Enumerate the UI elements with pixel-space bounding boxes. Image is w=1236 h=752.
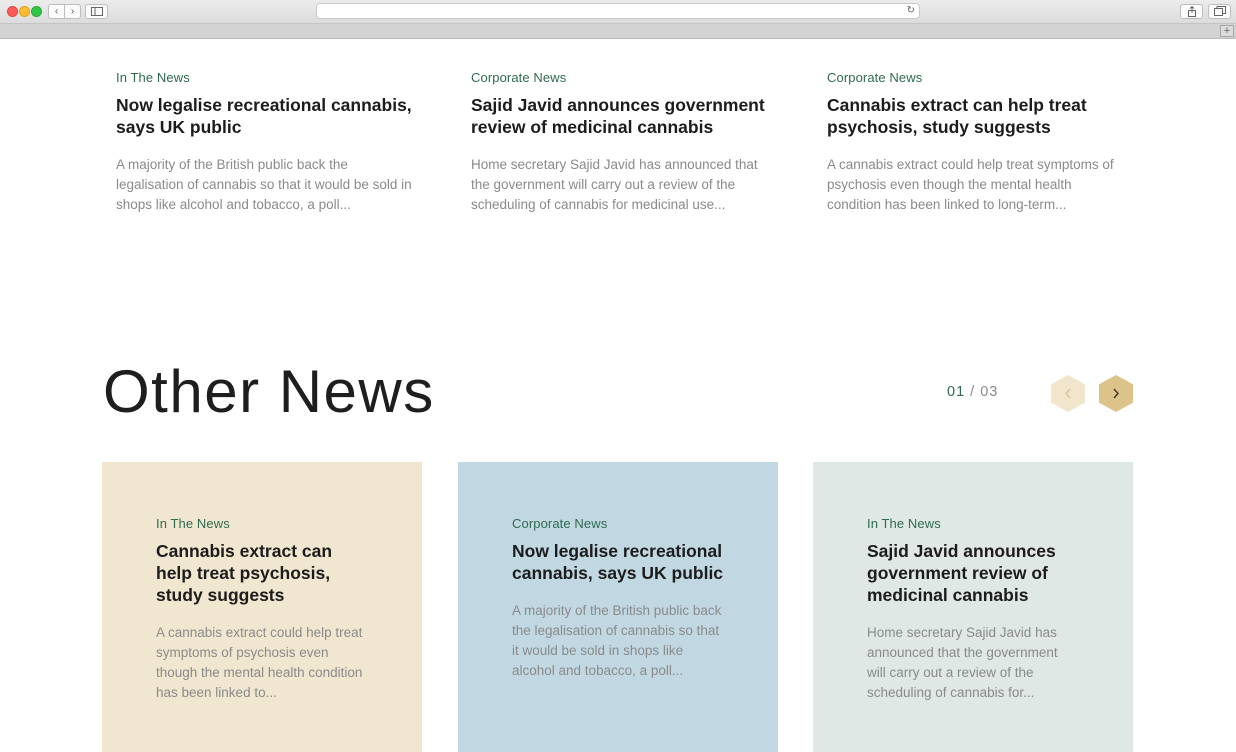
forward-button[interactable]: › (64, 4, 81, 19)
news-category[interactable]: Corporate News (827, 70, 1127, 85)
news-card[interactable]: In The News Cannabis extract can help tr… (102, 462, 422, 752)
news-category[interactable]: In The News (867, 516, 1079, 531)
chevron-right-icon: › (70, 6, 75, 17)
news-title[interactable]: Now legalise recreational cannabis, says… (116, 94, 416, 138)
chevron-right-icon (1113, 388, 1119, 399)
chevron-left-icon: ‹ (54, 6, 59, 17)
zoom-window-button[interactable] (31, 6, 42, 17)
tab-bar: + (0, 24, 1236, 39)
back-button[interactable]: ‹ (48, 4, 65, 19)
address-bar[interactable]: ↻ (316, 3, 920, 19)
news-excerpt: Home secretary Sajid Javid has announced… (471, 157, 758, 212)
show-tabs-button[interactable] (1208, 4, 1231, 19)
news-category[interactable]: In The News (116, 70, 416, 85)
current-page: 01 (947, 384, 966, 400)
share-icon (1187, 5, 1196, 17)
section-heading: Other News (103, 358, 435, 425)
news-title[interactable]: Sajid Javid announces government review … (471, 94, 771, 138)
new-tab-button[interactable]: + (1220, 25, 1234, 37)
next-page-button[interactable] (1099, 375, 1133, 412)
news-excerpt: A cannabis extract could help treat symp… (156, 625, 363, 700)
news-card[interactable]: Corporate News Sajid Javid announces gov… (471, 70, 771, 215)
browser-toolbar: ‹ › ↻ (0, 0, 1236, 24)
sidebar-toggle-button[interactable] (85, 4, 108, 19)
news-category[interactable]: Corporate News (471, 70, 771, 85)
news-excerpt: A cannabis extract could help treat symp… (827, 157, 1114, 212)
news-title[interactable]: Now legalise recreational cannabis, says… (512, 540, 724, 584)
share-button[interactable] (1180, 4, 1203, 19)
pagination-counter: 01 / 03 (947, 384, 998, 400)
news-category[interactable]: In The News (156, 516, 368, 531)
reload-icon[interactable]: ↻ (907, 4, 915, 18)
news-title[interactable]: Cannabis extract can help treat psychosi… (827, 94, 1127, 138)
news-card[interactable]: Corporate News Now legalise recreational… (458, 462, 778, 752)
news-title[interactable]: Sajid Javid announces government review … (867, 540, 1079, 606)
news-card[interactable]: Corporate News Cannabis extract can help… (827, 70, 1127, 215)
plus-icon: + (1223, 25, 1231, 37)
sidebar-icon (90, 7, 103, 16)
news-excerpt: A majority of the British public back th… (116, 157, 412, 212)
page-separator: / (970, 384, 976, 400)
close-window-button[interactable] (7, 6, 18, 17)
total-pages: 03 (980, 384, 999, 400)
news-excerpt: A majority of the British public back th… (512, 603, 722, 678)
news-card[interactable]: In The News Now legalise recreational ca… (116, 70, 416, 215)
chevron-left-icon (1065, 388, 1071, 399)
tabs-icon (1213, 6, 1226, 16)
previous-page-button[interactable] (1051, 375, 1085, 412)
news-title[interactable]: Cannabis extract can help treat psychosi… (156, 540, 368, 606)
news-category[interactable]: Corporate News (512, 516, 724, 531)
news-card[interactable]: In The News Sajid Javid announces govern… (813, 462, 1133, 752)
news-excerpt: Home secretary Sajid Javid has announced… (867, 625, 1058, 700)
minimize-window-button[interactable] (19, 6, 30, 17)
